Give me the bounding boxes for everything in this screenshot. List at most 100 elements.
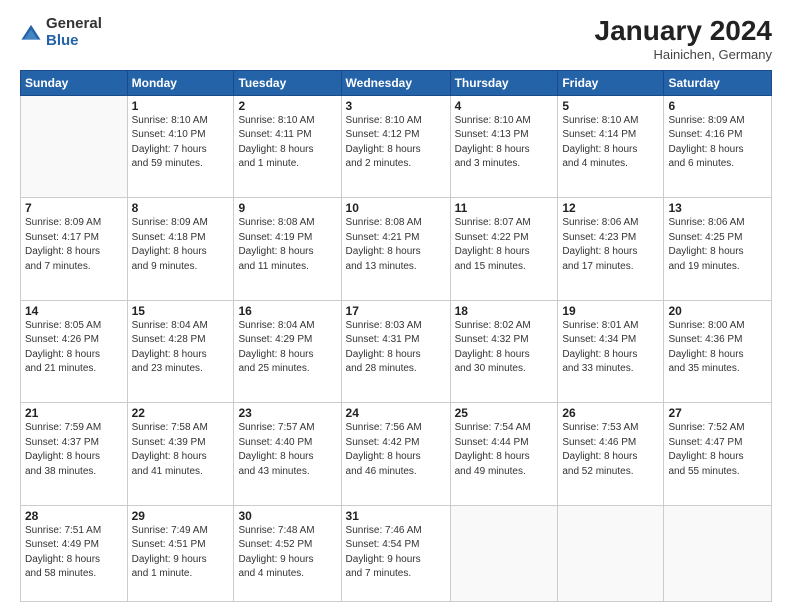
day-number: 28 — [25, 509, 123, 523]
col-monday: Monday — [127, 70, 234, 95]
day-info: Sunrise: 7:48 AMSunset: 4:52 PMDaylight:… — [238, 524, 336, 582]
day-number: 26 — [562, 406, 659, 420]
page: General Blue January 2024 Hainichen, Ger… — [0, 0, 792, 612]
day-number: 1 — [132, 99, 230, 113]
day-number: 17 — [346, 304, 446, 318]
cell-1-1: 8Sunrise: 8:09 AMSunset: 4:18 PMDaylight… — [127, 198, 234, 300]
day-number: 25 — [455, 406, 554, 420]
week-row-3: 14Sunrise: 8:05 AMSunset: 4:26 PMDayligh… — [21, 300, 772, 402]
cell-3-1: 22Sunrise: 7:58 AMSunset: 4:39 PMDayligh… — [127, 403, 234, 505]
day-number: 10 — [346, 201, 446, 215]
day-number: 22 — [132, 406, 230, 420]
title-block: January 2024 Hainichen, Germany — [595, 16, 772, 62]
day-info: Sunrise: 8:10 AMSunset: 4:12 PMDaylight:… — [346, 114, 446, 172]
cell-3-5: 26Sunrise: 7:53 AMSunset: 4:46 PMDayligh… — [558, 403, 664, 505]
logo-general-text: General — [46, 16, 102, 33]
col-sunday: Sunday — [21, 70, 128, 95]
day-number: 21 — [25, 406, 123, 420]
cell-2-3: 17Sunrise: 8:03 AMSunset: 4:31 PMDayligh… — [341, 300, 450, 402]
day-info: Sunrise: 8:04 AMSunset: 4:29 PMDaylight:… — [238, 319, 336, 377]
day-info: Sunrise: 8:07 AMSunset: 4:22 PMDaylight:… — [455, 216, 554, 274]
logo-blue-text: Blue — [46, 33, 102, 50]
day-info: Sunrise: 8:08 AMSunset: 4:21 PMDaylight:… — [346, 216, 446, 274]
day-number: 13 — [668, 201, 767, 215]
cell-1-5: 12Sunrise: 8:06 AMSunset: 4:23 PMDayligh… — [558, 198, 664, 300]
col-friday: Friday — [558, 70, 664, 95]
day-info: Sunrise: 7:58 AMSunset: 4:39 PMDaylight:… — [132, 421, 230, 479]
day-info: Sunrise: 7:57 AMSunset: 4:40 PMDaylight:… — [238, 421, 336, 479]
day-info: Sunrise: 8:06 AMSunset: 4:23 PMDaylight:… — [562, 216, 659, 274]
day-info: Sunrise: 8:10 AMSunset: 4:14 PMDaylight:… — [562, 114, 659, 172]
day-number: 7 — [25, 201, 123, 215]
col-thursday: Thursday — [450, 70, 558, 95]
day-info: Sunrise: 8:09 AMSunset: 4:16 PMDaylight:… — [668, 114, 767, 172]
day-info: Sunrise: 7:56 AMSunset: 4:42 PMDaylight:… — [346, 421, 446, 479]
cell-2-5: 19Sunrise: 8:01 AMSunset: 4:34 PMDayligh… — [558, 300, 664, 402]
col-tuesday: Tuesday — [234, 70, 341, 95]
day-number: 15 — [132, 304, 230, 318]
day-number: 19 — [562, 304, 659, 318]
cell-0-6: 6Sunrise: 8:09 AMSunset: 4:16 PMDaylight… — [664, 95, 772, 197]
day-number: 14 — [25, 304, 123, 318]
week-row-4: 21Sunrise: 7:59 AMSunset: 4:37 PMDayligh… — [21, 403, 772, 505]
week-row-1: 1Sunrise: 8:10 AMSunset: 4:10 PMDaylight… — [21, 95, 772, 197]
day-info: Sunrise: 8:06 AMSunset: 4:25 PMDaylight:… — [668, 216, 767, 274]
day-number: 23 — [238, 406, 336, 420]
cell-1-6: 13Sunrise: 8:06 AMSunset: 4:25 PMDayligh… — [664, 198, 772, 300]
day-number: 20 — [668, 304, 767, 318]
cell-0-3: 3Sunrise: 8:10 AMSunset: 4:12 PMDaylight… — [341, 95, 450, 197]
day-info: Sunrise: 8:10 AMSunset: 4:11 PMDaylight:… — [238, 114, 336, 172]
month-title: January 2024 — [595, 16, 772, 47]
day-info: Sunrise: 7:59 AMSunset: 4:37 PMDaylight:… — [25, 421, 123, 479]
day-number: 31 — [346, 509, 446, 523]
logo-text: General Blue — [46, 16, 102, 49]
cell-0-1: 1Sunrise: 8:10 AMSunset: 4:10 PMDaylight… — [127, 95, 234, 197]
cell-0-4: 4Sunrise: 8:10 AMSunset: 4:13 PMDaylight… — [450, 95, 558, 197]
week-row-2: 7Sunrise: 8:09 AMSunset: 4:17 PMDaylight… — [21, 198, 772, 300]
day-info: Sunrise: 7:52 AMSunset: 4:47 PMDaylight:… — [668, 421, 767, 479]
cell-3-3: 24Sunrise: 7:56 AMSunset: 4:42 PMDayligh… — [341, 403, 450, 505]
cell-4-6 — [664, 505, 772, 601]
day-number: 4 — [455, 99, 554, 113]
day-info: Sunrise: 8:10 AMSunset: 4:13 PMDaylight:… — [455, 114, 554, 172]
cell-2-2: 16Sunrise: 8:04 AMSunset: 4:29 PMDayligh… — [234, 300, 341, 402]
cell-0-0 — [21, 95, 128, 197]
logo: General Blue — [20, 16, 102, 49]
day-number: 24 — [346, 406, 446, 420]
cell-3-0: 21Sunrise: 7:59 AMSunset: 4:37 PMDayligh… — [21, 403, 128, 505]
day-number: 18 — [455, 304, 554, 318]
cell-0-2: 2Sunrise: 8:10 AMSunset: 4:11 PMDaylight… — [234, 95, 341, 197]
calendar-header-row: Sunday Monday Tuesday Wednesday Thursday… — [21, 70, 772, 95]
day-info: Sunrise: 8:10 AMSunset: 4:10 PMDaylight:… — [132, 114, 230, 172]
day-info: Sunrise: 8:09 AMSunset: 4:18 PMDaylight:… — [132, 216, 230, 274]
location-text: Hainichen, Germany — [595, 47, 772, 62]
cell-1-0: 7Sunrise: 8:09 AMSunset: 4:17 PMDaylight… — [21, 198, 128, 300]
day-info: Sunrise: 8:01 AMSunset: 4:34 PMDaylight:… — [562, 319, 659, 377]
day-info: Sunrise: 8:08 AMSunset: 4:19 PMDaylight:… — [238, 216, 336, 274]
cell-2-6: 20Sunrise: 8:00 AMSunset: 4:36 PMDayligh… — [664, 300, 772, 402]
cell-1-4: 11Sunrise: 8:07 AMSunset: 4:22 PMDayligh… — [450, 198, 558, 300]
day-info: Sunrise: 8:02 AMSunset: 4:32 PMDaylight:… — [455, 319, 554, 377]
cell-3-6: 27Sunrise: 7:52 AMSunset: 4:47 PMDayligh… — [664, 403, 772, 505]
logo-icon — [20, 22, 42, 44]
day-info: Sunrise: 7:46 AMSunset: 4:54 PMDaylight:… — [346, 524, 446, 582]
cell-4-5 — [558, 505, 664, 601]
cell-4-2: 30Sunrise: 7:48 AMSunset: 4:52 PMDayligh… — [234, 505, 341, 601]
day-info: Sunrise: 8:05 AMSunset: 4:26 PMDaylight:… — [25, 319, 123, 377]
day-info: Sunrise: 8:09 AMSunset: 4:17 PMDaylight:… — [25, 216, 123, 274]
day-number: 6 — [668, 99, 767, 113]
day-number: 2 — [238, 99, 336, 113]
week-row-5: 28Sunrise: 7:51 AMSunset: 4:49 PMDayligh… — [21, 505, 772, 601]
cell-4-1: 29Sunrise: 7:49 AMSunset: 4:51 PMDayligh… — [127, 505, 234, 601]
day-number: 30 — [238, 509, 336, 523]
day-info: Sunrise: 7:49 AMSunset: 4:51 PMDaylight:… — [132, 524, 230, 582]
header: General Blue January 2024 Hainichen, Ger… — [20, 16, 772, 62]
cell-4-0: 28Sunrise: 7:51 AMSunset: 4:49 PMDayligh… — [21, 505, 128, 601]
cell-2-0: 14Sunrise: 8:05 AMSunset: 4:26 PMDayligh… — [21, 300, 128, 402]
day-number: 9 — [238, 201, 336, 215]
cell-4-4 — [450, 505, 558, 601]
day-number: 11 — [455, 201, 554, 215]
day-number: 3 — [346, 99, 446, 113]
cell-3-2: 23Sunrise: 7:57 AMSunset: 4:40 PMDayligh… — [234, 403, 341, 505]
col-saturday: Saturday — [664, 70, 772, 95]
